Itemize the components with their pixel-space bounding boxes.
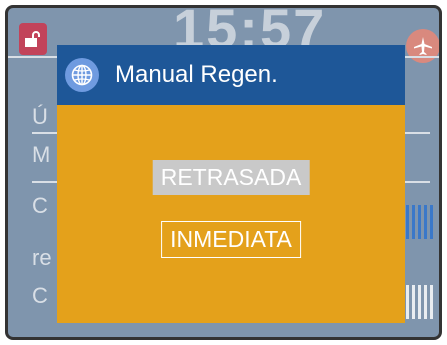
divider [32, 181, 57, 183]
lock-icon [19, 23, 47, 55]
level-bars [406, 205, 433, 239]
device-screen: 15:57 Ú M C re C Manual Regen. RETRASADA… [5, 5, 442, 340]
dialog-header: Manual Regen. [57, 45, 405, 105]
divider [405, 132, 430, 134]
bg-label: C [32, 193, 48, 218]
globe-icon [65, 58, 99, 92]
manual-regen-dialog: Manual Regen. RETRASADA INMEDIATA [57, 45, 405, 323]
bg-label: re [32, 245, 52, 270]
level-bars [406, 285, 433, 319]
divider [32, 132, 57, 134]
bg-label: M [32, 142, 51, 167]
option-retrasada[interactable]: RETRASADA [152, 160, 310, 195]
divider [405, 181, 430, 183]
bg-label: C [32, 283, 48, 308]
dialog-title: Manual Regen. [115, 61, 278, 88]
option-inmediata[interactable]: INMEDIATA [161, 221, 301, 258]
bg-label: Ú [32, 104, 48, 129]
